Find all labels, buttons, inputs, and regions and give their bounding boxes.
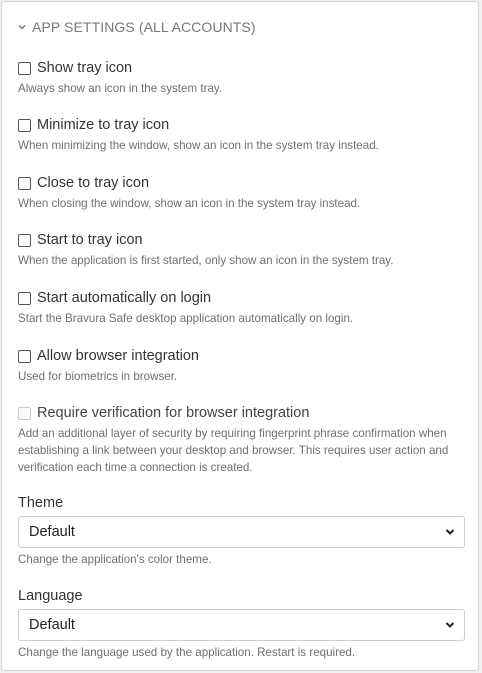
theme-label: Theme: [18, 495, 64, 511]
minimize-to-tray-help: When minimizing the window, show an icon…: [18, 139, 379, 152]
require-verification-help: Add an additional layer of security by r…: [18, 427, 449, 474]
chevron-down-icon: [445, 529, 455, 535]
start-on-login-help: Start the Bravura Safe desktop applicati…: [18, 312, 354, 325]
option-start-on-login: Start automatically on login Start the B…: [18, 289, 463, 327]
option-require-verification: Require verification for browser integra…: [18, 404, 463, 476]
theme-help: Change the application's color theme.: [18, 553, 212, 566]
minimize-to-tray-checkbox[interactable]: [18, 118, 31, 132]
language-help: Change the language used by the applicat…: [18, 646, 356, 659]
start-to-tray-help: When the application is first started, o…: [18, 254, 394, 267]
theme-select-value: Default: [29, 524, 75, 540]
option-show-tray-icon: Show tray icon Always show an icon in th…: [18, 59, 463, 97]
start-on-login-label[interactable]: Start automatically on login: [37, 290, 211, 306]
option-browser-integration: Allow browser integration Used for biome…: [18, 347, 463, 385]
language-label: Language: [18, 588, 83, 604]
start-on-login-checkbox[interactable]: [18, 291, 31, 305]
chevron-down-icon: [445, 622, 455, 628]
app-settings-panel: APP SETTINGS (ALL ACCOUNTS) Show tray ic…: [1, 1, 479, 671]
theme-select[interactable]: Default: [18, 516, 465, 548]
show-tray-icon-checkbox[interactable]: [18, 61, 31, 75]
close-to-tray-help: When closing the window, show an icon in…: [18, 197, 361, 210]
require-verification-label: Require verification for browser integra…: [37, 405, 310, 421]
show-tray-icon-label[interactable]: Show tray icon: [37, 60, 132, 76]
language-select[interactable]: Default: [18, 609, 465, 641]
close-to-tray-label[interactable]: Close to tray icon: [37, 175, 149, 191]
require-verification-checkbox: [18, 406, 31, 420]
option-start-to-tray: Start to tray icon When the application …: [18, 231, 463, 269]
section-title: APP SETTINGS (ALL ACCOUNTS): [32, 19, 256, 35]
chevron-down-icon: [18, 25, 26, 30]
browser-integration-help: Used for biometrics in browser.: [18, 370, 178, 383]
close-to-tray-checkbox[interactable]: [18, 176, 31, 190]
browser-integration-checkbox[interactable]: [18, 349, 31, 363]
show-tray-icon-help: Always show an icon in the system tray.: [18, 82, 223, 95]
browser-integration-label[interactable]: Allow browser integration: [37, 348, 199, 364]
language-select-value: Default: [29, 617, 75, 633]
option-close-to-tray: Close to tray icon When closing the wind…: [18, 174, 463, 212]
minimize-to-tray-label[interactable]: Minimize to tray icon: [37, 117, 169, 133]
start-to-tray-label[interactable]: Start to tray icon: [37, 232, 143, 248]
option-minimize-to-tray: Minimize to tray icon When minimizing th…: [18, 116, 463, 154]
section-header[interactable]: APP SETTINGS (ALL ACCOUNTS): [17, 19, 256, 35]
start-to-tray-checkbox[interactable]: [18, 233, 31, 247]
